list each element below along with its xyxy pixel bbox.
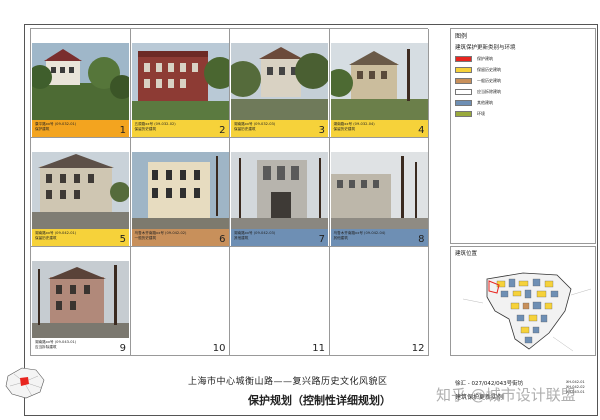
legend-heading: 图例 [455,33,468,40]
legend-item: 应当拆除建筑 [455,88,595,97]
caption-category: 保留历史建筑 [134,127,157,131]
building-photo-6 [131,152,229,229]
photo-grid: 康平路xx号 (09-032-01) 保护建筑 1 五原路xx号 (09-032… [30,28,429,356]
caption-band: 湖南路xx号 (09-032-04) 保留历史建筑 4 [330,120,428,137]
photo-cell-11: 11 [230,247,330,356]
caption-category: 一般历史建筑 [134,236,157,240]
caption-address: 乌鲁木齐南路xx号 (09-042-04) [333,231,386,235]
caption-category: 保护建筑 [35,127,50,131]
legend-swatch [455,111,472,117]
caption-address: 湖南路xx号 (09-032-04) [333,122,375,126]
photo-number: 1 [119,125,126,136]
location-panel: 建筑位置 [450,246,596,356]
caption-address: 五原路xx号 (09-032-02) [134,122,176,126]
key-map [5,367,45,399]
caption-address: 康平路xx号 (09-032-01) [35,122,77,126]
photo-number: 9 [119,343,126,354]
building-photo-3 [231,43,328,120]
photo-number: 3 [318,125,325,136]
legend-label: 保留历史建筑 [477,67,501,72]
legend-item: 环境 [455,110,595,119]
location-title: 建筑位置 [455,251,478,257]
legend-swatch [455,100,472,106]
caption-band: 五原路xx号 (09-032-02) 保留历史建筑 2 [131,120,229,137]
photo-cell-9[interactable]: 湖南路xx号 (09-043-01) 应当拆除建筑 9 [31,247,131,356]
location-map [453,259,595,355]
caption-address: 湖南路xx号 (09-042-01) [35,231,77,235]
caption-category: 应当拆除建筑 [35,345,57,349]
photo-cell-1[interactable]: 康平路xx号 (09-032-01) 保护建筑 1 [31,29,131,138]
caption-address: 湖南路xx号 (09-043-01) [35,340,77,344]
caption-band: 湖南路xx号 (09-042-03) 其他建筑 7 [231,229,328,246]
caption-category: 保留历史建筑 [35,236,57,240]
legend-item: 保留历史建筑 [455,66,595,75]
caption-band: 康平路xx号 (09-032-01) 保护建筑 1 [32,120,129,137]
caption-band: 乌鲁木齐南路xx号 (09-042-02) 一般历史建筑 6 [131,229,229,246]
photo-cell-12: 12 [329,247,429,356]
photo-number: 12 [411,343,425,354]
legend-label: 环境 [477,111,485,116]
plan-subtitle: 保护规划（控制性详细规划） [248,394,391,407]
caption-category: 其他建筑 [333,236,348,240]
photo-number: 7 [318,234,325,245]
legend-item: 其他建筑 [455,99,595,108]
legend-swatch [455,78,472,84]
caption-address: 湖南路xx号 (09-032-03) [234,122,276,126]
caption-band: 12 [331,338,428,355]
legend-item: 一般历史建筑 [455,77,595,86]
building-photo-5 [32,152,129,229]
caption-address: 湖南路xx号 (09-042-03) [234,231,276,235]
photo-cell-6[interactable]: 乌鲁木齐南路xx号 (09-042-02) 一般历史建筑 6 [130,138,230,247]
building-photo-8 [330,152,428,229]
caption-band: 湖南路xx号 (09-042-01) 保留历史建筑 5 [32,229,129,246]
legend-label: 保护建筑 [477,56,493,61]
watermark: 知乎 @城市设计联盟 [436,386,576,404]
photo-number: 2 [219,125,226,136]
caption-category: 保留历史建筑 [333,127,356,131]
legend-panel: 图例 建筑保护更新类别与环境 保护建筑保留历史建筑 一般历史建筑 应当拆除建筑 其他建… [450,28,596,244]
building-photo-2 [131,43,229,120]
building-photo-1 [32,43,129,120]
building-photo-4 [330,43,428,120]
photo-number: 10 [212,343,226,354]
plan-title: 上海市中心城衡山路——复兴路历史文化风貌区 [188,377,388,387]
photo-cell-7[interactable]: 湖南路xx号 (09-042-03) 其他建筑 7 [230,138,330,247]
legend-item: 保护建筑 [455,55,595,64]
photo-number: 11 [312,343,325,354]
legend-swatch [455,56,472,62]
caption-address: 乌鲁木齐南路xx号 (09-042-02) [134,231,187,235]
caption-band: 10 [132,338,229,355]
caption-band: 湖南路xx号 (09-043-01) 应当拆除建筑 9 [32,338,129,355]
legend-swatch [455,89,472,95]
caption-category: 其他建筑 [234,236,249,240]
photo-cell-5[interactable]: 湖南路xx号 (09-042-01) 保留历史建筑 5 [31,138,131,247]
legend-label: 一般历史建筑 [477,78,501,83]
plan-sheet: 康平路xx号 (09-032-01) 保护建筑 1 五原路xx号 (09-032… [0,0,600,420]
photo-number: 5 [119,234,126,245]
photo-number: 8 [418,234,425,245]
legend-swatch [455,67,472,73]
photo-cell-2[interactable]: 五原路xx号 (09-032-02) 保留历史建筑 2 [130,29,230,138]
caption-band: 11 [231,338,328,355]
photo-cell-8[interactable]: 乌鲁木齐南路xx号 (09-042-04) 其他建筑 8 [329,138,429,247]
legend-label: 应当拆除建筑 [477,89,501,94]
caption-band: 湖南路xx号 (09-032-03) 保留历史建筑 3 [231,120,328,137]
caption-band: 乌鲁木齐南路xx号 (09-042-04) 其他建筑 8 [330,229,428,246]
photo-number: 6 [219,234,226,245]
photo-cell-3[interactable]: 湖南路xx号 (09-032-03) 保留历史建筑 3 [230,29,330,138]
caption-category: 保留历史建筑 [234,127,256,131]
photo-number: 4 [418,125,425,136]
photo-cell-10: 10 [130,247,230,356]
building-photo-7 [231,152,328,229]
legend-title: 建筑保护更新类别与环境 [455,45,516,51]
photo-cell-4[interactable]: 湖南路xx号 (09-032-04) 保留历史建筑 4 [329,29,429,138]
legend-label: 其他建筑 [477,100,493,105]
building-photo-9 [32,261,129,338]
